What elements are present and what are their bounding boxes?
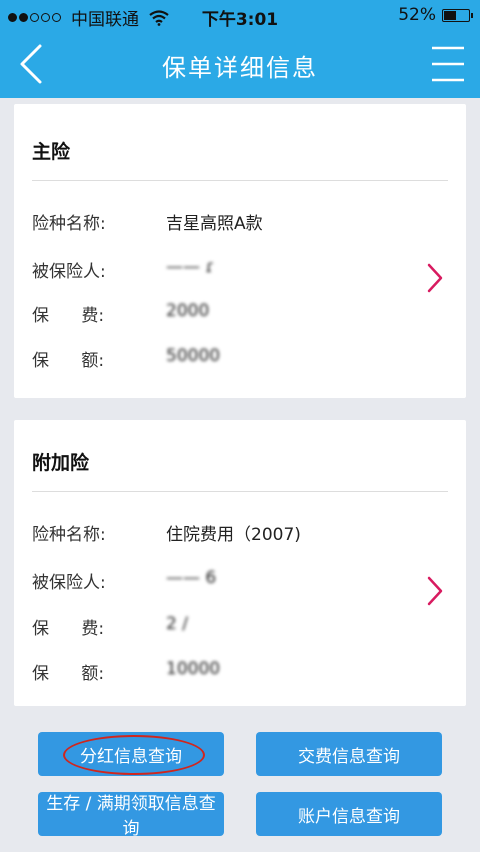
main-insurance-card[interactable]: 主险 险种名称: 吉星高照A款 被保险人: —— ɾ 保 费: 2000 保 额…: [14, 104, 466, 398]
field-label: 被保险人:: [32, 262, 106, 282]
battery-percent: 52%: [398, 5, 436, 25]
account-query-button[interactable]: 账户信息查询: [256, 792, 442, 836]
field-row-coverage: 保 额: 10000: [32, 659, 220, 684]
nav-bar: 保单详细信息: [0, 30, 480, 98]
field-value: —— 6: [166, 568, 217, 588]
field-value: —— ɾ: [166, 257, 215, 277]
field-value: 住院费用（2007): [166, 525, 301, 545]
field-row-product: 险种名称: 吉星高照A款: [32, 209, 263, 234]
field-label: 险种名称:: [32, 214, 106, 234]
divider: [32, 491, 448, 492]
field-label: 被保险人:: [32, 573, 106, 593]
card-title: 附加险: [32, 452, 90, 474]
field-row-insured: 被保险人: —— ɾ: [32, 257, 214, 282]
field-label: 保 费:: [32, 619, 105, 639]
rider-insurance-card[interactable]: 附加险 险种名称: 住院费用（2007) 被保险人: —— 6 保 费: 2 /…: [14, 420, 466, 706]
menu-button[interactable]: [428, 44, 468, 84]
field-value: 2 /: [166, 614, 188, 634]
field-row-insured: 被保险人: —— 6: [32, 568, 216, 593]
field-value: 50000: [166, 346, 221, 366]
field-row-premium: 保 费: 2000: [32, 301, 209, 326]
payment-query-button[interactable]: 交费信息查询: [256, 732, 442, 776]
battery-fill: [444, 10, 457, 20]
field-label: 保 额:: [32, 351, 105, 371]
field-value: 2000: [166, 301, 210, 321]
battery-icon: [442, 8, 473, 22]
field-label: 险种名称:: [32, 525, 106, 545]
dividend-query-button[interactable]: 分红信息查询: [38, 732, 224, 776]
field-value: 10000: [166, 659, 221, 679]
field-value: 吉星高照A款: [166, 214, 263, 234]
status-right: 52%: [398, 5, 473, 25]
field-row-premium: 保 费: 2 /: [32, 614, 188, 639]
field-row-product: 险种名称: 住院费用（2007): [32, 520, 301, 545]
field-label: 保 费:: [32, 306, 105, 326]
hamburger-menu-icon: [432, 46, 464, 82]
field-label: 保 额:: [32, 664, 105, 684]
survival-maturity-query-button[interactable]: 生存 / 满期领取信息查询: [38, 792, 224, 839]
divider: [32, 180, 448, 181]
chevron-right-icon[interactable]: [426, 575, 444, 607]
card-title: 主险: [32, 141, 71, 163]
status-bar: 中国联通 下午3:01 52%: [0, 0, 480, 30]
chevron-right-icon[interactable]: [426, 262, 444, 294]
field-row-coverage: 保 额: 50000: [32, 346, 220, 371]
page-title: 保单详细信息: [162, 54, 318, 82]
